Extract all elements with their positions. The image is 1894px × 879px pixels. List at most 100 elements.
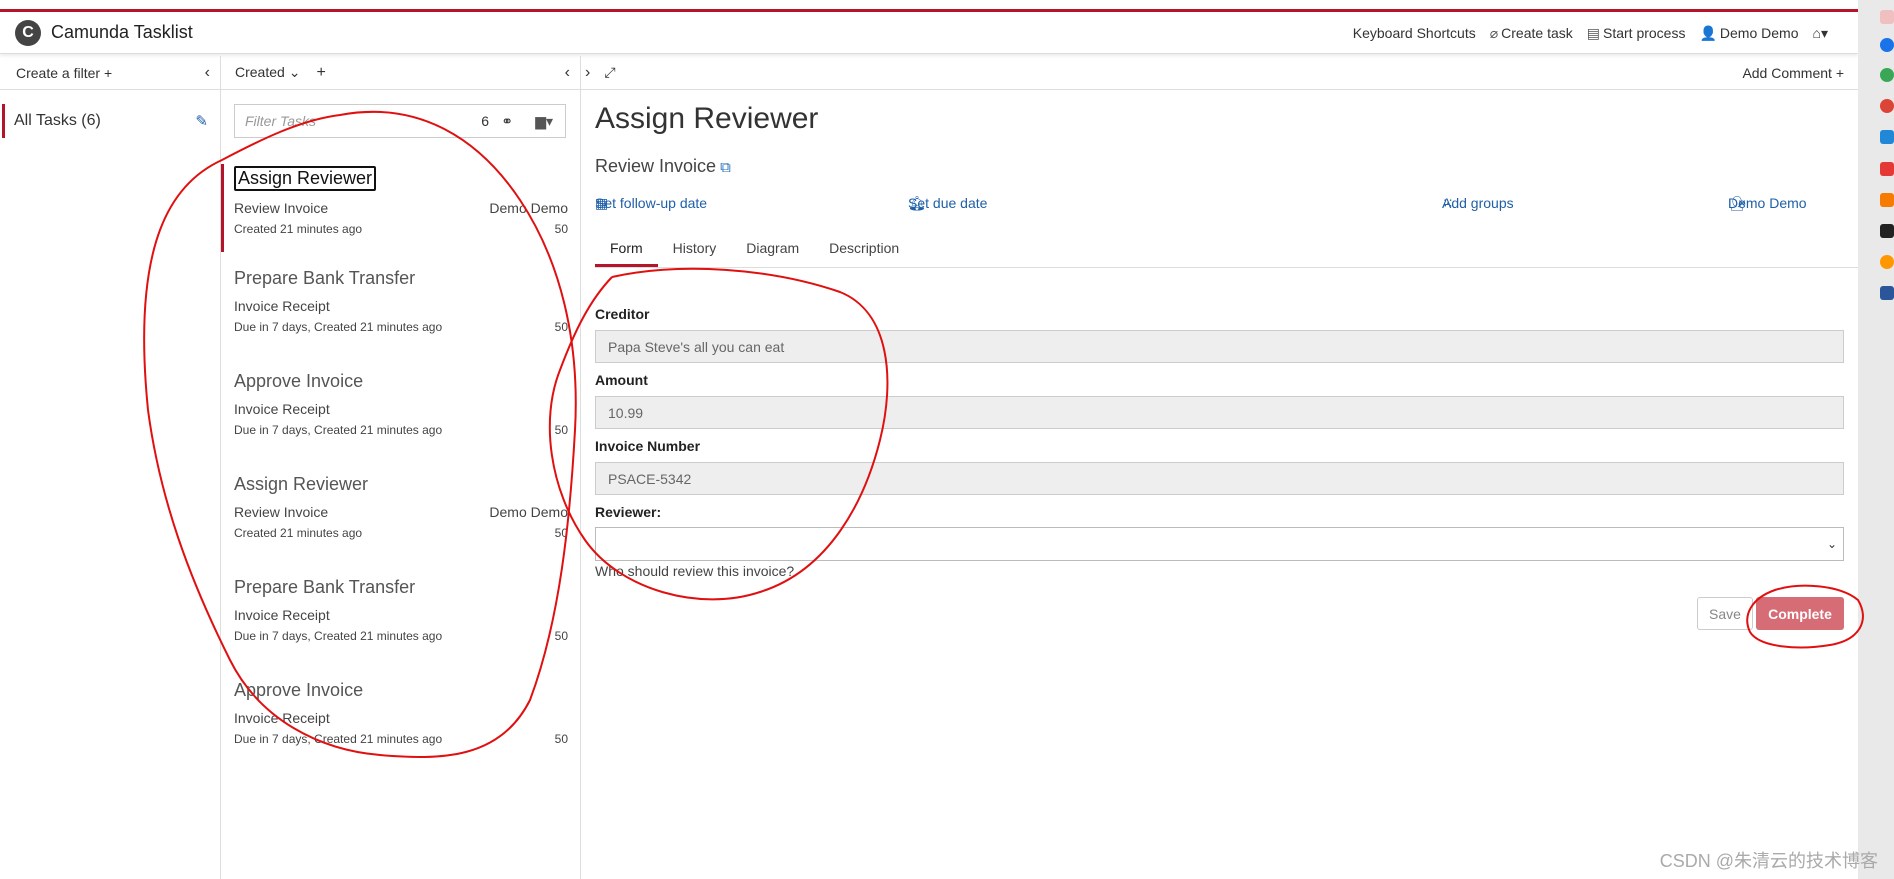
- task-actions: ▦ Set follow-up date 🔔︎ Set due date ⁙ A…: [595, 195, 1827, 217]
- task-meta-row: Created 21 minutes ago 50: [234, 222, 568, 236]
- complete-button[interactable]: Complete: [1756, 597, 1844, 630]
- keyboard-shortcuts-link[interactable]: Keyboard Shortcuts: [1353, 25, 1476, 41]
- task-meta: Created 21 minutes ago: [234, 526, 363, 540]
- expand-right-icon[interactable]: ›: [585, 64, 590, 82]
- filter-label: All Tasks (6): [14, 112, 101, 129]
- task-process: Invoice Receipt: [234, 401, 330, 417]
- creditor-field[interactable]: Papa Steve's all you can eat: [595, 330, 1844, 363]
- start-process-label: Start process: [1602, 24, 1686, 41]
- task-item[interactable]: Prepare Bank Transfer Invoice Receipt Du…: [234, 577, 568, 643]
- task-count: 6: [481, 113, 489, 129]
- active-filter-marker: [2, 104, 5, 138]
- external-link-icon: ⧉: [720, 159, 731, 176]
- tab-form[interactable]: Form: [595, 232, 658, 267]
- pencil-icon[interactable]: ✎: [195, 112, 208, 130]
- task-priority: 50: [554, 423, 568, 437]
- vscode-icon[interactable]: [1880, 130, 1894, 144]
- filter-tasks-input[interactable]: Filter Tasks 6 ⚭ ▆▾: [234, 104, 566, 138]
- task-priority: 50: [554, 732, 568, 746]
- add-comment-button[interactable]: Add Comment +: [1742, 65, 1844, 81]
- chrome-icon[interactable]: [1880, 99, 1894, 113]
- app-icon[interactable]: [1880, 10, 1894, 24]
- task-meta: Due in 7 days, Created 21 minutes ago: [234, 629, 443, 643]
- link-icon[interactable]: ⚭: [501, 113, 513, 130]
- filter-item-all-tasks[interactable]: All Tasks (6) ✎: [0, 104, 220, 138]
- sort-dropdown[interactable]: Created ⌄: [235, 64, 300, 81]
- reviewer-select[interactable]: ⌄: [595, 527, 1844, 561]
- task-item[interactable]: Prepare Bank Transfer Invoice Receipt Du…: [234, 268, 568, 334]
- maximize-icon[interactable]: ⤢: [604, 64, 615, 81]
- process-name: Review Invoice: [595, 156, 717, 176]
- tab-description[interactable]: Description: [814, 232, 914, 267]
- amount-field[interactable]: 10.99: [595, 396, 1844, 429]
- terminal-icon[interactable]: [1880, 224, 1894, 238]
- tab-diagram[interactable]: Diagram: [731, 232, 814, 267]
- task-item[interactable]: Approve Invoice Invoice Receipt Due in 7…: [234, 680, 568, 746]
- collapse-left-icon[interactable]: ‹: [205, 64, 210, 82]
- plus-icon: +: [103, 64, 113, 81]
- user-name: Demo Demo: [1719, 24, 1799, 41]
- chevron-down-icon: ⌄: [284, 64, 301, 80]
- filters-header: Create a filter + ‹: [0, 56, 220, 90]
- task-meta: Due in 7 days, Created 21 minutes ago: [234, 320, 443, 334]
- task-process: Invoice Receipt: [234, 607, 330, 623]
- camunda-logo: C: [15, 19, 41, 46]
- task-name: Approve Invoice: [234, 680, 364, 700]
- chevron-down-icon: ⌄: [1826, 537, 1837, 551]
- home-icon: ⌂: [1812, 24, 1821, 41]
- task-priority: 50: [554, 320, 568, 334]
- task-meta: Created 21 minutes ago: [234, 222, 363, 236]
- save-icon[interactable]: ▆▾: [535, 113, 553, 130]
- word-icon[interactable]: [1880, 286, 1894, 300]
- detail-tabs: Form History Diagram Description: [595, 232, 1858, 268]
- process-link[interactable]: Review Invoice ⧉: [595, 156, 731, 177]
- task-priority: 50: [554, 222, 568, 236]
- task-name: Assign Reviewer: [234, 474, 369, 494]
- remove-assignee-icon[interactable]: ×: [1738, 195, 1746, 211]
- task-item[interactable]: Assign Reviewer Review Invoice Demo Demo …: [234, 474, 568, 540]
- task-item[interactable]: Assign Reviewer Review Invoice Demo Demo …: [234, 166, 568, 236]
- invoice-number-field[interactable]: PSACE-5342: [595, 462, 1844, 495]
- app-icon[interactable]: [1880, 193, 1894, 207]
- search-placeholder: Filter Tasks: [245, 113, 317, 129]
- task-meta-row: Due in 7 days, Created 21 minutes ago 50: [234, 320, 568, 334]
- task-process: Review Invoice: [234, 200, 329, 216]
- app-icon[interactable]: [1880, 68, 1894, 82]
- task-title: Assign Reviewer: [595, 102, 819, 135]
- tab-history[interactable]: History: [658, 232, 732, 267]
- wps-icon[interactable]: [1880, 162, 1894, 176]
- task-meta-row: Due in 7 days, Created 21 minutes ago 50: [234, 732, 568, 746]
- add-comment-label: Add Comment: [1742, 64, 1832, 81]
- home-menu[interactable]: ⌂▾: [1813, 25, 1829, 42]
- sort-label: Created: [235, 64, 285, 80]
- task-priority: 50: [554, 629, 568, 643]
- active-task-marker: [221, 164, 224, 252]
- app-icon[interactable]: [1880, 38, 1894, 52]
- reviewer-label: Reviewer:: [595, 504, 662, 520]
- task-process-row: Invoice Receipt: [234, 401, 568, 417]
- create-task-link[interactable]: ⌀ Create task: [1490, 25, 1573, 42]
- start-process-link[interactable]: ▤ Start process: [1587, 25, 1686, 42]
- user-icon: 👤: [1699, 24, 1717, 41]
- save-button[interactable]: Save: [1697, 597, 1753, 630]
- task-meta-row: Due in 7 days, Created 21 minutes ago 50: [234, 423, 568, 437]
- task-process: Invoice Receipt: [234, 710, 330, 726]
- task-item[interactable]: Approve Invoice Invoice Receipt Due in 7…: [234, 371, 568, 437]
- add-sorting-icon[interactable]: +: [316, 64, 325, 82]
- task-assignee: Demo Demo: [489, 200, 568, 216]
- app-title[interactable]: Camunda Tasklist: [51, 22, 193, 43]
- watermark: CSDN @朱清云的技术博客: [1659, 851, 1878, 871]
- task-process: Review Invoice: [234, 504, 329, 520]
- collapse-list-icon[interactable]: ‹: [565, 64, 570, 82]
- task-list-header: Created ⌄ + ‹: [221, 56, 580, 90]
- user-menu[interactable]: 👤 Demo Demo: [1699, 25, 1798, 42]
- creditor-label: Creditor: [595, 306, 650, 322]
- add-groups-label: Add groups: [1442, 195, 1514, 211]
- task-assignee: Demo Demo: [489, 504, 568, 520]
- search-app-icon[interactable]: [1880, 255, 1894, 269]
- top-navbar: C Camunda Tasklist Keyboard Shortcuts ⌀ C…: [0, 12, 1858, 54]
- task-process-row: Invoice Receipt: [234, 710, 568, 726]
- create-filter-button[interactable]: Create a filter +: [16, 65, 112, 81]
- task-process-row: Invoice Receipt: [234, 298, 568, 314]
- task-name: Prepare Bank Transfer: [234, 577, 416, 597]
